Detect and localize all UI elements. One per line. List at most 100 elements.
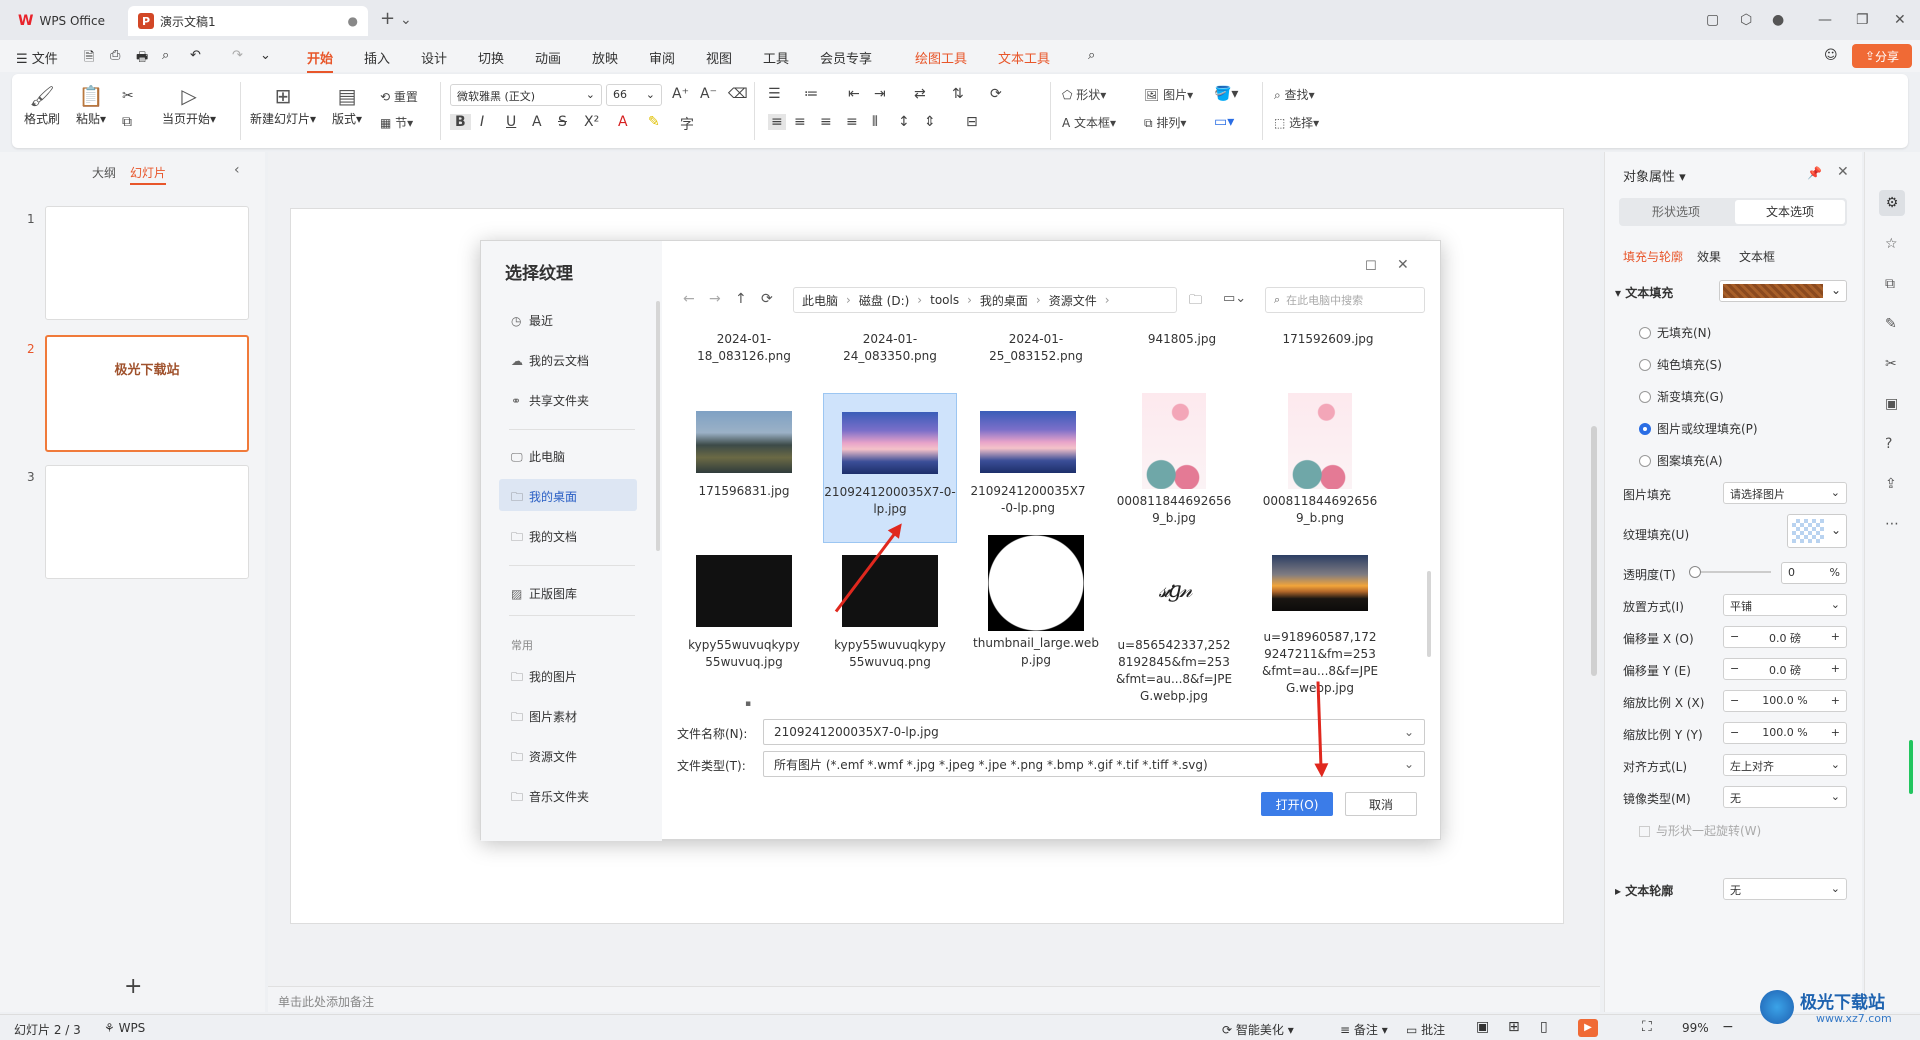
nav-my-pictures[interactable]: 🗀 我的图片 [499, 659, 637, 691]
grid-view-icon[interactable]: ⊞ [1508, 1019, 1520, 1035]
zoom-level[interactable]: 99% [1682, 1021, 1709, 1035]
preview-icon[interactable]: ⌕ [162, 48, 169, 63]
up-icon[interactable]: ↑ [735, 291, 747, 307]
close-icon[interactable]: ✕ [1894, 12, 1906, 28]
minus-icon[interactable]: − [1730, 662, 1739, 675]
breadcrumb-item[interactable]: 我的桌面 [980, 292, 1028, 309]
nav-shared-folder[interactable]: ⚭ 共享文件夹 [499, 383, 637, 415]
scale-x-stepper[interactable]: − 100.0 % + [1723, 690, 1847, 712]
plus-icon[interactable]: + [1831, 726, 1840, 739]
menu-review[interactable]: 审阅 [649, 48, 675, 67]
panel-title[interactable]: 对象属性 ▾ [1623, 166, 1686, 185]
save-icon[interactable]: 🗎 [84, 48, 94, 70]
radio-pattern-fill[interactable]: 图案填充(A) [1639, 452, 1723, 469]
shape-button[interactable]: ⬠ 形状▾ [1062, 86, 1106, 103]
scrollbar-thumb[interactable] [1591, 426, 1597, 676]
reading-view-icon[interactable]: ▯ [1540, 1019, 1548, 1035]
properties-icon[interactable]: ⚙ [1879, 190, 1905, 216]
nav-gallery[interactable]: ▨ 正版图库 [499, 576, 637, 608]
menu-design[interactable]: 设计 [421, 48, 447, 67]
minus-icon[interactable]: − [1730, 694, 1739, 707]
fill-icon[interactable]: 🪣▾ [1214, 86, 1238, 102]
menu-member[interactable]: 会员专享 [820, 48, 872, 67]
numbered-list-icon[interactable]: ≔ [804, 86, 818, 102]
new-slide-button[interactable]: ⊞ 新建幻灯片▾ [250, 84, 316, 127]
window-icon[interactable]: ▢ [1706, 12, 1719, 28]
texture-fill-select[interactable]: ⌄ [1787, 514, 1847, 548]
radio-gradient-fill[interactable]: 渐变填充(G) [1639, 388, 1724, 405]
redo-icon[interactable]: ↷ [232, 48, 243, 63]
more-icon[interactable]: ⌄ [260, 48, 271, 63]
chevron-down-icon[interactable]: ⌄ [1404, 725, 1414, 739]
zoom-out-icon[interactable]: − [1722, 1019, 1734, 1035]
font-color-icon[interactable]: A [618, 114, 628, 130]
avatar[interactable]: ● [1772, 12, 1784, 28]
menu-home[interactable]: 开始 [307, 48, 334, 73]
minus-icon[interactable]: − [1730, 726, 1739, 739]
textbox-button[interactable]: A 文本框▾ [1062, 114, 1116, 131]
cube-icon[interactable]: ⬡ [1740, 12, 1752, 28]
open-button[interactable]: 打开(O) [1261, 792, 1333, 816]
slider-handle[interactable] [1689, 566, 1701, 578]
select-button[interactable]: ⬚ 选择▾ [1274, 114, 1319, 131]
theme-button[interactable]: ⚘ WPS [104, 1021, 145, 1035]
section-button[interactable]: ▦ 节▾ [380, 114, 413, 131]
tab-shape-options[interactable]: 形状选项 [1619, 198, 1733, 226]
slide-thumbnail-2[interactable]: 极光下载站 [45, 335, 249, 452]
minus-icon[interactable]: − [1730, 630, 1739, 643]
forward-icon[interactable]: → [709, 291, 721, 307]
underline-icon[interactable]: U [506, 114, 516, 130]
font-grow-icon[interactable]: A⁺ [672, 86, 689, 102]
tools-icon[interactable]: ✂ [1885, 356, 1897, 372]
picture-fill-select[interactable]: 请选择图片 ⌄ [1723, 482, 1847, 504]
more-icon[interactable]: ⋯ [1885, 516, 1899, 532]
menu-file[interactable]: ☰ 文件 [16, 48, 58, 67]
breadcrumb-item[interactable]: 资源文件 [1049, 292, 1097, 309]
restore-icon[interactable]: ❐ [1856, 12, 1869, 28]
search-icon[interactable]: ⌕ [1088, 48, 1095, 63]
nav-this-pc[interactable]: 🖵 此电脑 [499, 439, 637, 471]
file-item[interactable]: 941805.jpg [1123, 331, 1241, 348]
sort-icon[interactable]: ⇅ [952, 86, 964, 102]
copy-icon[interactable]: ⧉ [1885, 276, 1895, 292]
share-button[interactable]: ⇪ 分享 [1852, 44, 1912, 68]
breadcrumb-item[interactable]: tools [930, 293, 959, 307]
slide-thumbnail-1[interactable] [45, 206, 249, 320]
font-name-select[interactable]: 微软雅黑 (正文) ⌄ [450, 84, 602, 106]
paragraph-spacing-icon[interactable]: ⇕ [924, 114, 936, 130]
superscript-icon[interactable]: X² [584, 114, 599, 130]
undo-icon[interactable]: ↶ [190, 48, 201, 63]
scale-y-stepper[interactable]: − 100.0 % + [1723, 722, 1847, 744]
file-item[interactable]: kypy55wuvuqkypy55wuvuq.jpg [685, 543, 803, 671]
file-item[interactable]: u=918960587,1729247211&fm=253&fmt=au...8… [1261, 543, 1379, 697]
text-outline-header[interactable]: ▸ 文本轮廓 [1615, 882, 1673, 899]
tab-document[interactable]: P 演示文稿1 ● [128, 6, 368, 36]
reset-button[interactable]: ⟲ 重置 [380, 88, 418, 105]
nav-resource-files[interactable]: 🗀 资源文件 [499, 739, 637, 771]
offset-x-stepper[interactable]: − 0.0 磅 + [1723, 626, 1847, 648]
book-icon[interactable]: ▣ [1885, 396, 1898, 412]
breadcrumb-item[interactable]: 此电脑 [802, 292, 838, 309]
tab-text-options[interactable]: 文本选项 [1735, 200, 1845, 224]
close-icon[interactable]: ✕ [1837, 164, 1849, 180]
outline-icon[interactable]: ▭▾ [1214, 114, 1234, 130]
fit-icon[interactable]: ⛶ [1642, 1019, 1652, 1035]
paste-button[interactable]: 📋 粘贴▾ [76, 84, 106, 127]
convert-icon[interactable]: ⟳ [990, 86, 1002, 102]
unsaved-dot-icon[interactable]: ● [348, 14, 358, 28]
find-button[interactable]: ⌕ 查找▾ [1274, 86, 1315, 103]
file-item-selected[interactable]: 2109241200035X7-0-lp.jpg [823, 393, 957, 543]
justify-icon[interactable]: ≡ [846, 114, 858, 130]
collapse-icon[interactable]: ‹ [234, 162, 240, 178]
add-slide-icon[interactable]: + [124, 974, 142, 999]
nav-picture-assets[interactable]: 🗀 图片素材 [499, 699, 637, 731]
vertical-scrollbar[interactable] [1590, 156, 1598, 676]
file-item[interactable]: thumbnail_large.webp.jpg [969, 535, 1103, 669]
plus-icon[interactable]: + [1831, 694, 1840, 707]
line-spacing-icon[interactable]: ↕ [898, 114, 910, 130]
nav-my-desktop[interactable]: 🗀 我的桌面 [499, 479, 637, 511]
align-select[interactable]: 左上对齐 ⌄ [1723, 754, 1847, 776]
comment-icon[interactable]: ☺ [1824, 48, 1838, 63]
place-select[interactable]: 平铺 ⌄ [1723, 594, 1847, 616]
text-fill-select[interactable]: ⌄ [1719, 280, 1847, 302]
